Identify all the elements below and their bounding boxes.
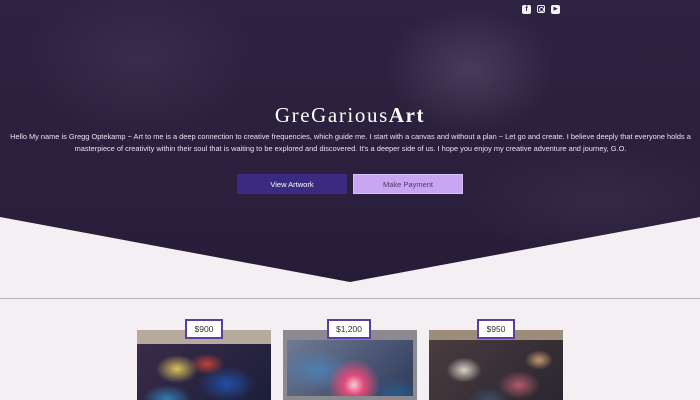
price-tag-1: $900 — [185, 319, 223, 339]
section-divider — [0, 298, 700, 299]
youtube-icon[interactable]: ▶ — [551, 5, 560, 14]
facebook-icon[interactable]: f — [522, 5, 531, 14]
view-artwork-button[interactable]: View Artwork — [237, 174, 347, 194]
price-tag-3: $950 — [477, 319, 515, 339]
artwork-image-2[interactable] — [283, 330, 417, 400]
brand-title: GreGariousArt — [0, 103, 700, 128]
artwork-image-3[interactable] — [429, 330, 563, 400]
brand-title-light: GreGarious — [274, 103, 389, 127]
artwork-card-1[interactable] — [137, 330, 271, 400]
price-tag-2: $1,200 — [327, 319, 371, 339]
brand-title-bold: Art — [388, 103, 426, 127]
artwork-card-3[interactable] — [429, 330, 563, 400]
instagram-icon[interactable] — [537, 5, 545, 13]
make-payment-button[interactable]: Make Payment — [353, 174, 463, 194]
social-links: f ▶ — [522, 5, 560, 14]
artwork-card-2[interactable] — [283, 330, 417, 400]
intro-text: Hello My name is Gregg Optekamp ~ Art to… — [10, 132, 691, 153]
artwork-image-1[interactable] — [137, 330, 271, 400]
